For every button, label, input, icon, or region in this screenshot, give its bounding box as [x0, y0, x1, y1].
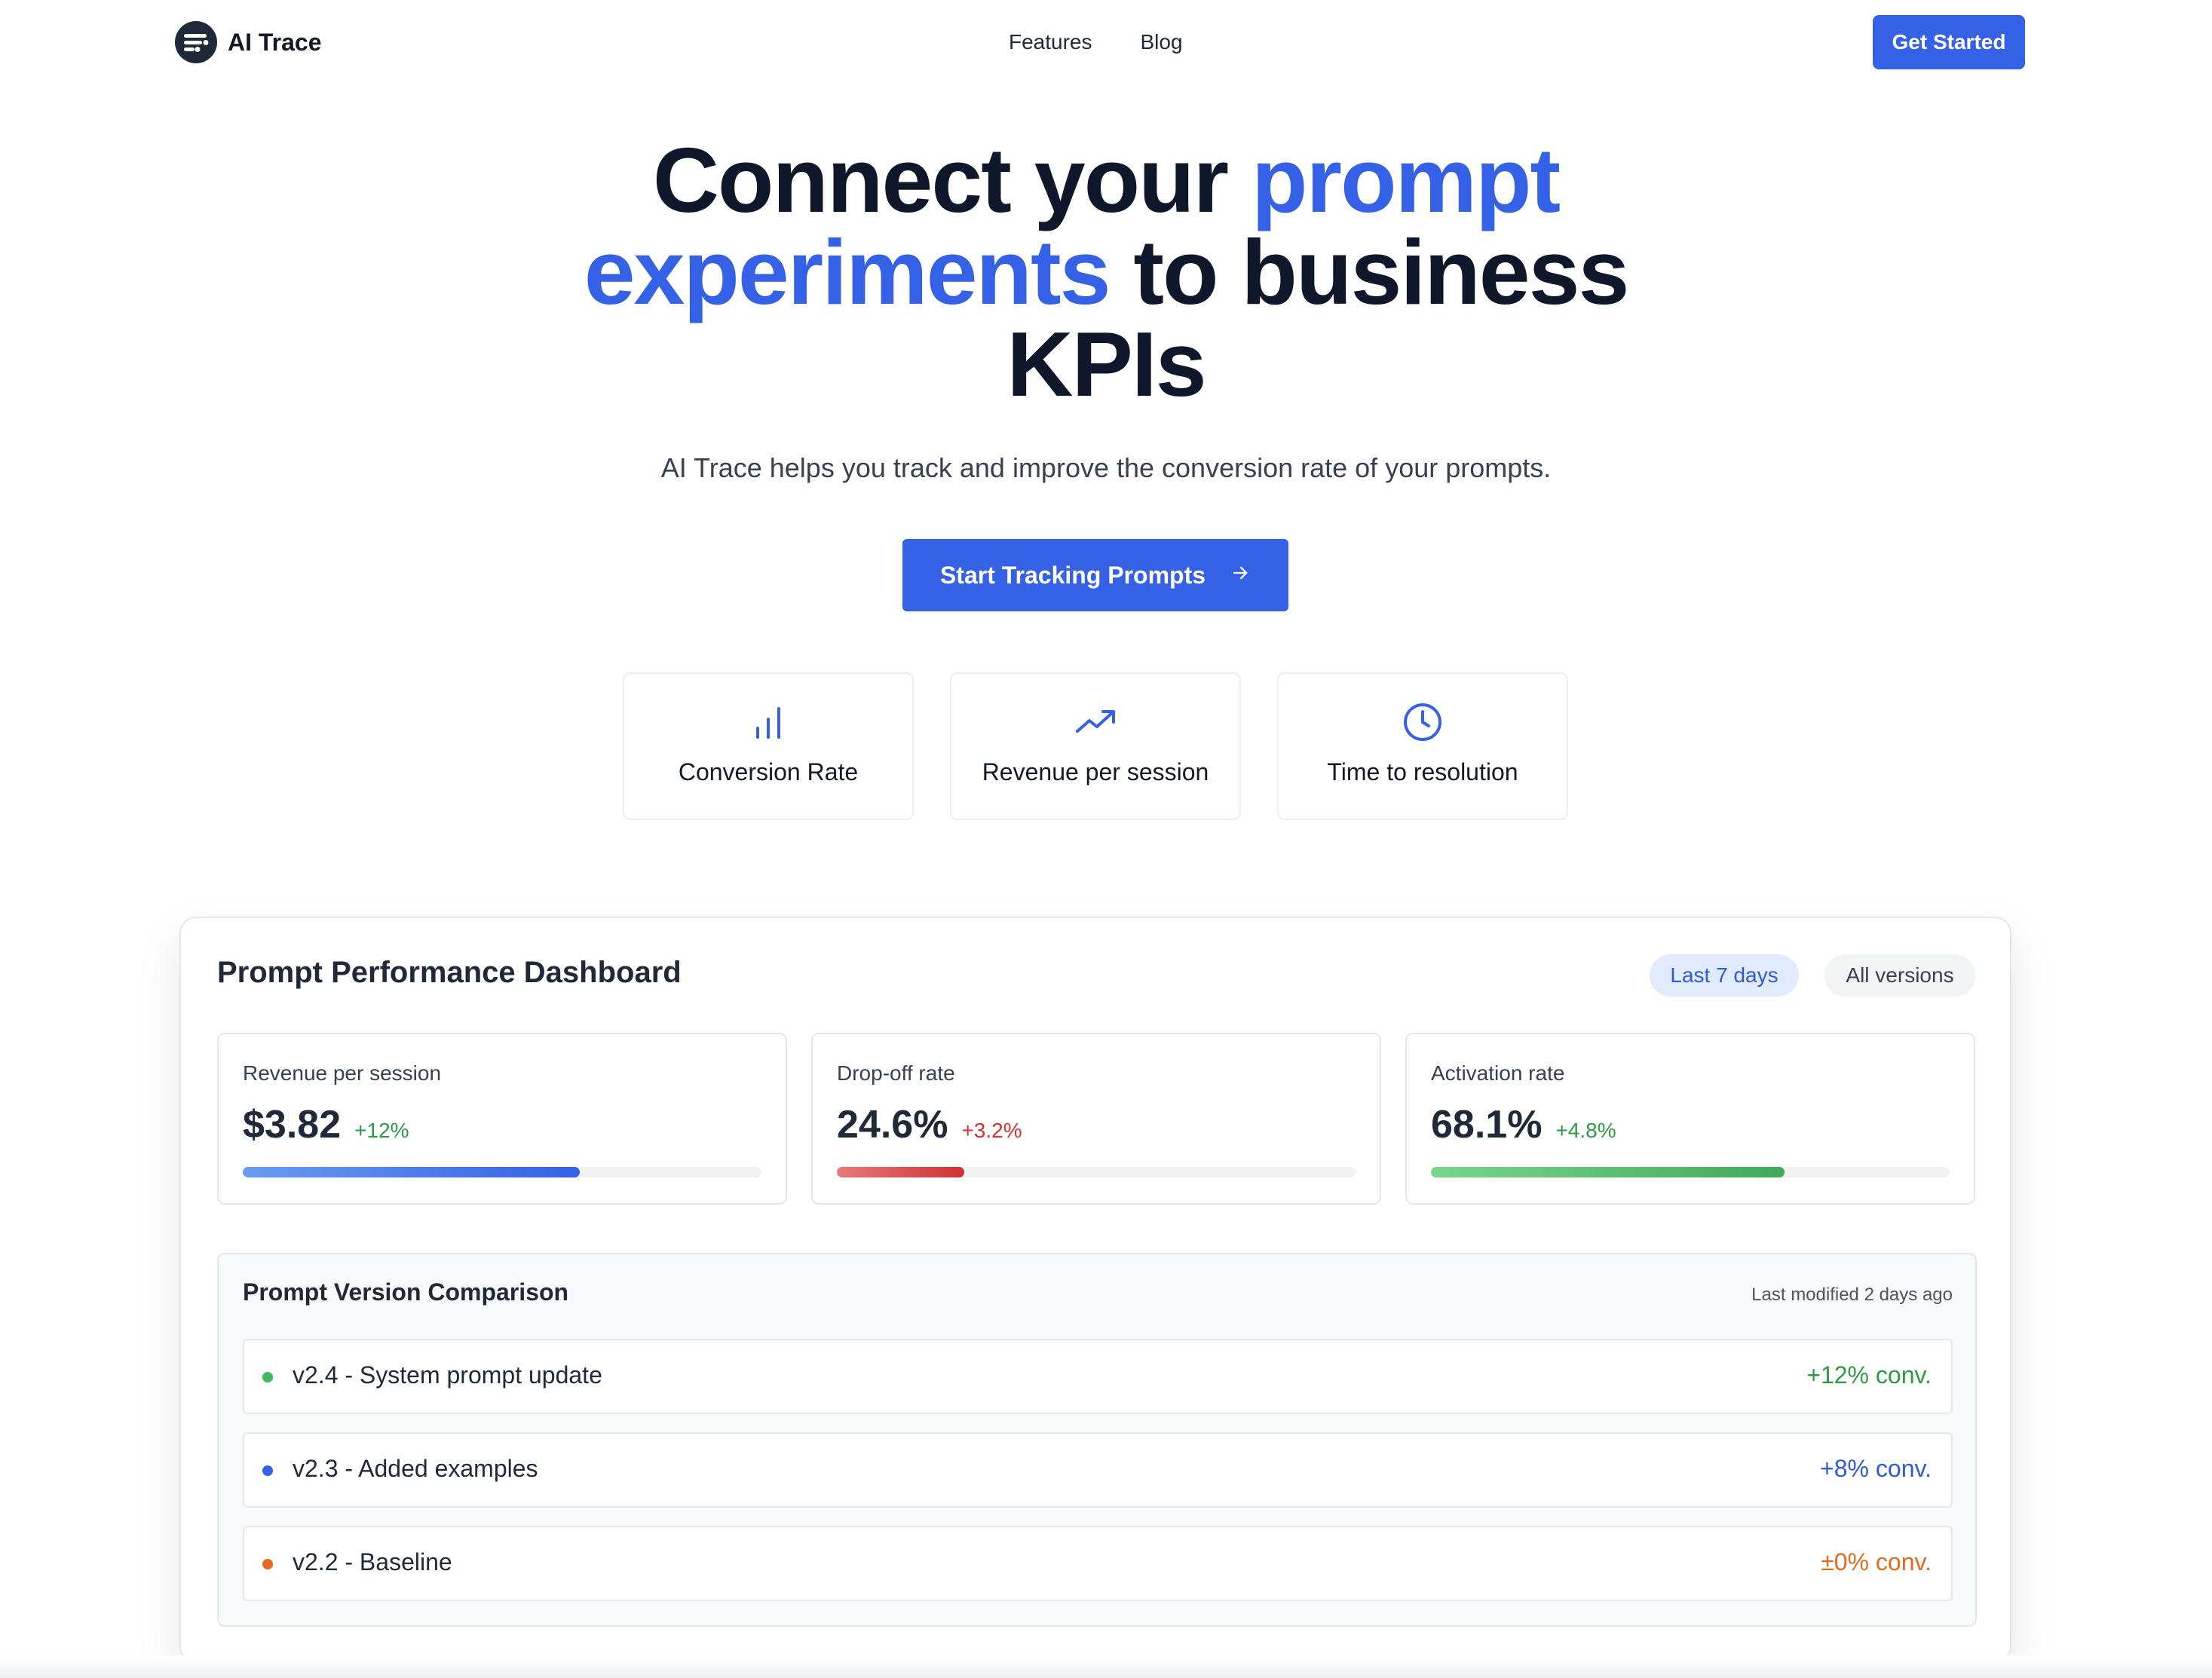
trending-up-icon	[1074, 701, 1117, 743]
last-modified-text: Last modified 2 days ago	[1751, 1285, 1953, 1305]
filter-all-versions[interactable]: All versions	[1824, 954, 1975, 997]
hero-title: Connect your prompt experiments to busin…	[0, 134, 2212, 410]
version-conversion: ±0% conv.	[1821, 1548, 1932, 1575]
metric-label: Activation rate	[1431, 1061, 1565, 1085]
hero-title-accent: experiments	[584, 221, 1111, 323]
metric-progress-track	[1431, 1167, 1950, 1177]
filter-last-7-days[interactable]: Last 7 days	[1650, 954, 1799, 997]
hero-title-part: KPIs	[1006, 313, 1206, 415]
hero-title-part: to business	[1109, 221, 1629, 323]
feature-label: Conversion Rate	[678, 758, 859, 785]
feature-label: Time to resolution	[1327, 758, 1518, 785]
start-tracking-button[interactable]: Start Tracking Prompts	[902, 539, 1288, 611]
metric-progress-fill	[1431, 1167, 1785, 1177]
brand-logo[interactable]: AI Trace	[175, 21, 322, 63]
metric-card-drop-off-rate: Drop-off rate 24.6% +3.2%	[811, 1033, 1381, 1205]
nav-link-blog[interactable]: Blog	[1141, 27, 1183, 57]
metric-progress-fill	[837, 1167, 965, 1177]
comparison-title: Prompt Version Comparison	[243, 1278, 569, 1306]
metric-progress-track	[837, 1167, 1356, 1177]
metric-progress-fill	[243, 1167, 581, 1177]
feature-card-conversion-rate: Conversion Rate	[623, 672, 914, 820]
version-conversion: +8% conv.	[1820, 1455, 1932, 1482]
status-dot	[262, 1465, 273, 1476]
get-started-button[interactable]: Get Started	[1873, 15, 2025, 69]
metric-value: 68.1%	[1431, 1103, 1543, 1147]
hero-title-accent: prompt	[1252, 129, 1561, 231]
feature-card-time-to-resolution: Time to resolution	[1277, 672, 1568, 820]
version-row[interactable]: v2.2 - Baseline ±0% conv.	[243, 1526, 1953, 1601]
status-dot	[262, 1559, 273, 1569]
prompt-version-comparison: Prompt Version Comparison Last modified …	[217, 1253, 1977, 1627]
hero-title-part: Connect your	[652, 129, 1252, 231]
metric-label: Drop-off rate	[837, 1061, 955, 1085]
nav-link-features[interactable]: Features	[1009, 27, 1092, 57]
metric-delta: +3.2%	[961, 1119, 1022, 1142]
prompt-performance-dashboard: Prompt Performance Dashboard Last 7 days…	[179, 917, 2011, 1663]
metric-value: 24.6%	[837, 1103, 948, 1147]
version-row[interactable]: v2.3 - Added examples +8% conv.	[243, 1432, 1953, 1508]
dashboard-title: Prompt Performance Dashboard	[217, 956, 682, 989]
top-header: AI Trace Features Blog Get Started	[0, 0, 2212, 84]
version-conversion: +12% conv.	[1806, 1361, 1932, 1389]
metric-card-activation-rate: Activation rate 68.1% +4.8%	[1405, 1033, 1975, 1205]
feature-card-revenue-per-session: Revenue per session	[950, 672, 1241, 820]
version-name: v2.2 - Baseline	[293, 1548, 452, 1575]
metric-progress-track	[243, 1167, 761, 1177]
clock-icon	[1402, 701, 1444, 743]
brand-name: AI Trace	[228, 28, 322, 56]
main-nav: Features Blog	[1009, 27, 1183, 57]
metric-delta: +12%	[354, 1119, 409, 1142]
status-dot	[262, 1372, 273, 1383]
start-tracking-label: Start Tracking Prompts	[939, 561, 1206, 589]
logo-icon	[175, 21, 217, 63]
hero-subtitle: AI Trace helps you track and improve the…	[660, 452, 1552, 483]
version-name: v2.3 - Added examples	[293, 1455, 538, 1482]
metric-value: $3.82	[243, 1103, 342, 1147]
version-name: v2.4 - System prompt update	[293, 1361, 602, 1389]
arrow-right-icon	[1230, 562, 1251, 589]
metric-card-revenue-per-session: Revenue per session $3.82 +12%	[217, 1033, 787, 1205]
page-bottom-fade	[0, 1655, 2212, 1678]
feature-label: Revenue per session	[982, 758, 1209, 785]
bar-chart-icon	[752, 701, 785, 743]
metric-label: Revenue per session	[243, 1061, 442, 1085]
metric-delta: +4.8%	[1555, 1119, 1616, 1142]
version-row[interactable]: v2.4 - System prompt update +12% conv.	[243, 1339, 1953, 1414]
